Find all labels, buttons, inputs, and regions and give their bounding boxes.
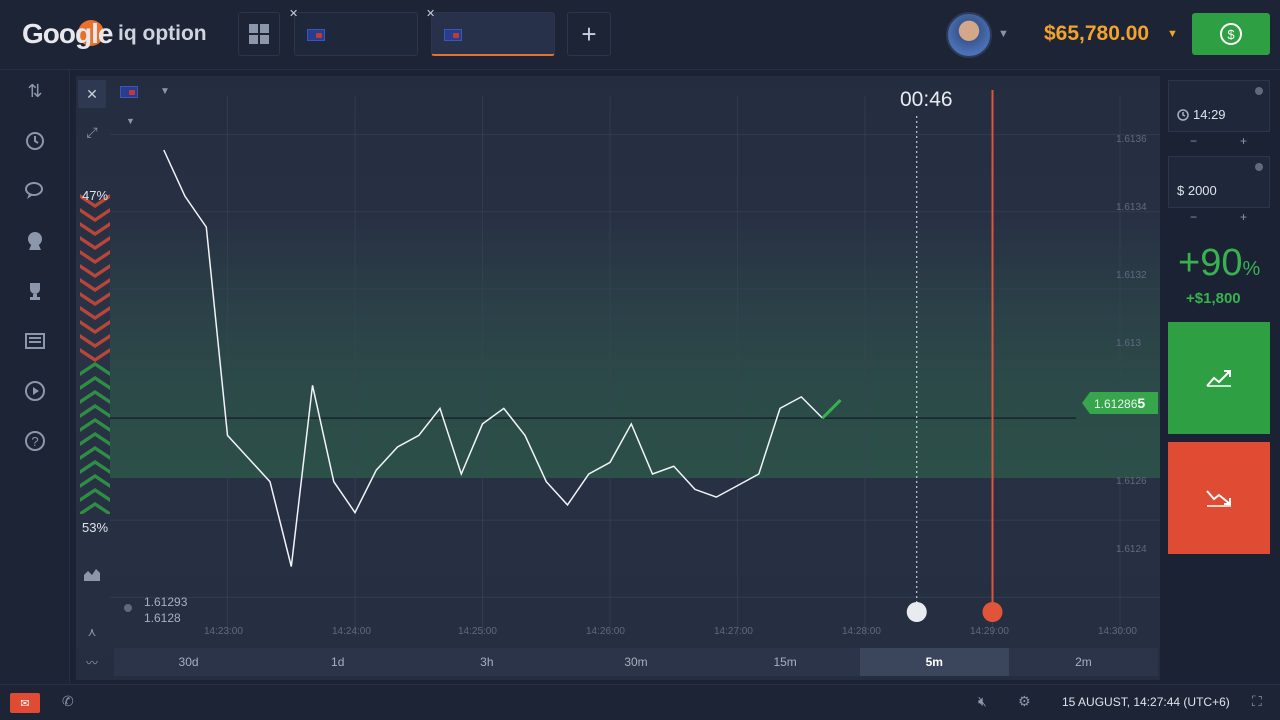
price-chart[interactable]: 47% 53% ✕ ▼ ⤢ ▼ 00:46 1.6136 1.6134 1.61… [76, 76, 1160, 680]
timeframe-3h[interactable]: 3h [412, 648, 561, 676]
x-tick-label: 14:29:00 [970, 626, 1009, 637]
timeframe-bar: 30d 1d 3h 30m 15m 5m 2m [114, 648, 1158, 676]
current-price-main: 1.61286 [1094, 397, 1138, 411]
trend-arrow-icon [821, 399, 842, 420]
asset-tab-2-active[interactable]: ✕ [426, 8, 555, 56]
svg-text:$: $ [1227, 27, 1235, 42]
x-tick-label: 14:27:00 [714, 626, 753, 637]
timeframe-30d[interactable]: 30d [114, 648, 263, 676]
y-tick-label: 1.6136 [1116, 134, 1147, 145]
x-tick-label: 14:30:00 [1098, 626, 1137, 637]
expiry-minus-button[interactable]: − [1190, 134, 1197, 148]
y-tick-label: 1.6134 [1116, 202, 1147, 213]
play-video-icon[interactable] [22, 378, 48, 404]
x-tick-label: 14:28:00 [842, 626, 881, 637]
support-chat-button[interactable]: ✉ [10, 693, 40, 713]
expiry-field[interactable]: 14:29 [1168, 80, 1270, 132]
x-tick-label: 14:24:00 [332, 626, 371, 637]
y-tick-label: 1.6132 [1116, 270, 1147, 281]
help-icon[interactable] [1255, 87, 1263, 95]
info-dot-icon [124, 604, 132, 612]
x-tick-label: 14:25:00 [458, 626, 497, 637]
indicator-icon[interactable]: ⋏ [82, 622, 102, 642]
amount-minus-button[interactable]: − [1190, 210, 1197, 224]
flag-icon [307, 29, 325, 41]
left-sidebar: ⇅ ? [0, 70, 70, 684]
expiry-value: 14:29 [1193, 107, 1226, 122]
flag-icon [444, 29, 462, 41]
stopwatch-icon [906, 602, 927, 622]
bottom-bar: ✉ ✆ 🔇︎ ⚙ 15 AUGUST, 14:27:44 (UTC+6) ⛶ [0, 684, 1280, 720]
tournament-icon[interactable] [22, 228, 48, 254]
balance-amount[interactable]: $65,780.00 [1044, 22, 1149, 46]
amount-value: $ 2000 [1177, 183, 1217, 198]
amount-plus-button[interactable]: + [1240, 210, 1247, 224]
sort-arrows-icon[interactable]: ⇅ [22, 78, 48, 104]
server-datetime: 15 AUGUST, 14:27:44 (UTC+6) [1062, 695, 1230, 709]
plus-icon: + [581, 18, 597, 49]
timeframe-1d[interactable]: 1d [263, 648, 412, 676]
ohlc-high: 1.61293 [144, 595, 188, 609]
avatar[interactable] [946, 12, 992, 58]
timeframe-30m[interactable]: 30m [561, 648, 710, 676]
payout-percent: +90% [1178, 242, 1260, 285]
price-line [163, 149, 824, 567]
chevron-down-icon[interactable]: ▼ [1167, 28, 1178, 40]
area-chart-icon[interactable] [82, 564, 102, 584]
call-button[interactable] [1168, 322, 1270, 434]
chat-bubble-icon: ✉ [20, 697, 30, 710]
drawing-tool-icon[interactable]: 〰 [82, 652, 102, 672]
phone-icon[interactable]: ✆ [62, 693, 74, 710]
assets-grid-button[interactable] [238, 12, 280, 56]
deposit-button[interactable]: $ [1192, 13, 1270, 55]
sound-mute-icon[interactable]: 🔇︎ [978, 693, 987, 710]
amount-field[interactable]: $ 2000 [1168, 156, 1270, 208]
trophy-icon[interactable] [22, 278, 48, 304]
deposit-icon: $ [1220, 23, 1242, 45]
y-tick-label: 1.6124 [1116, 544, 1147, 555]
add-tab-button[interactable]: + [567, 12, 611, 56]
news-icon[interactable] [22, 328, 48, 354]
tab-close-icon[interactable]: ✕ [426, 7, 435, 20]
grid-icon [249, 24, 269, 44]
timeframe-15m[interactable]: 15m [711, 648, 860, 676]
y-tick-label: 1.6126 [1116, 476, 1147, 487]
payout-percent-value: +90 [1178, 242, 1243, 284]
help-icon[interactable] [1255, 163, 1263, 171]
fullscreen-icon[interactable]: ⛶ [1252, 693, 1262, 710]
trend-down-icon [1206, 490, 1231, 507]
x-tick-label: 14:23:00 [204, 626, 243, 637]
timeframe-5m[interactable]: 5m [859, 648, 1009, 676]
ohlc-low: 1.6128 [144, 611, 181, 625]
countdown-timer: 00:46 [900, 88, 953, 111]
trade-panel: 14:29 − + $ 2000 − + +90% +$1,800 [1166, 80, 1272, 680]
expiry-plus-button[interactable]: + [1240, 134, 1247, 148]
iq-option-logo: iq option [118, 22, 207, 45]
current-price-last-digit: 5 [1137, 395, 1146, 411]
help-icon[interactable]: ? [22, 428, 48, 454]
chevron-down-icon[interactable]: ▼ [998, 28, 1009, 40]
timeframe-2m[interactable]: 2m [1009, 648, 1158, 676]
top-bar: Google iq option ✕ ✕ + ▼ $65,780.00 ▼ $ [0, 0, 1280, 70]
svg-text:?: ? [31, 434, 38, 449]
tab-close-icon[interactable]: ✕ [289, 7, 298, 20]
x-tick-label: 14:26:00 [586, 626, 625, 637]
settings-gear-icon[interactable]: ⚙ [1018, 693, 1031, 710]
google-logo-text: Google [22, 18, 113, 49]
put-button[interactable] [1168, 442, 1270, 554]
finish-flag-icon [982, 602, 1003, 622]
asset-tab-1[interactable]: ✕ [289, 8, 418, 56]
trend-up-icon [1206, 370, 1231, 387]
payout-percent-sign: % [1242, 258, 1261, 280]
history-icon[interactable] [22, 128, 48, 154]
timezone-value: (UTC+6) [1183, 695, 1230, 709]
ohlc-info: 1.61293 1.6128 [144, 594, 187, 626]
y-tick-label: 1.613 [1116, 338, 1142, 349]
clock-icon [1177, 109, 1189, 121]
current-price-tag: 1.612865 [1082, 392, 1158, 414]
payout-amount: +$1,800 [1186, 290, 1241, 307]
datetime-value: 15 AUGUST, 14:27:44 [1062, 695, 1181, 709]
chat-icon[interactable] [22, 178, 48, 204]
chart-canvas [110, 90, 1160, 636]
